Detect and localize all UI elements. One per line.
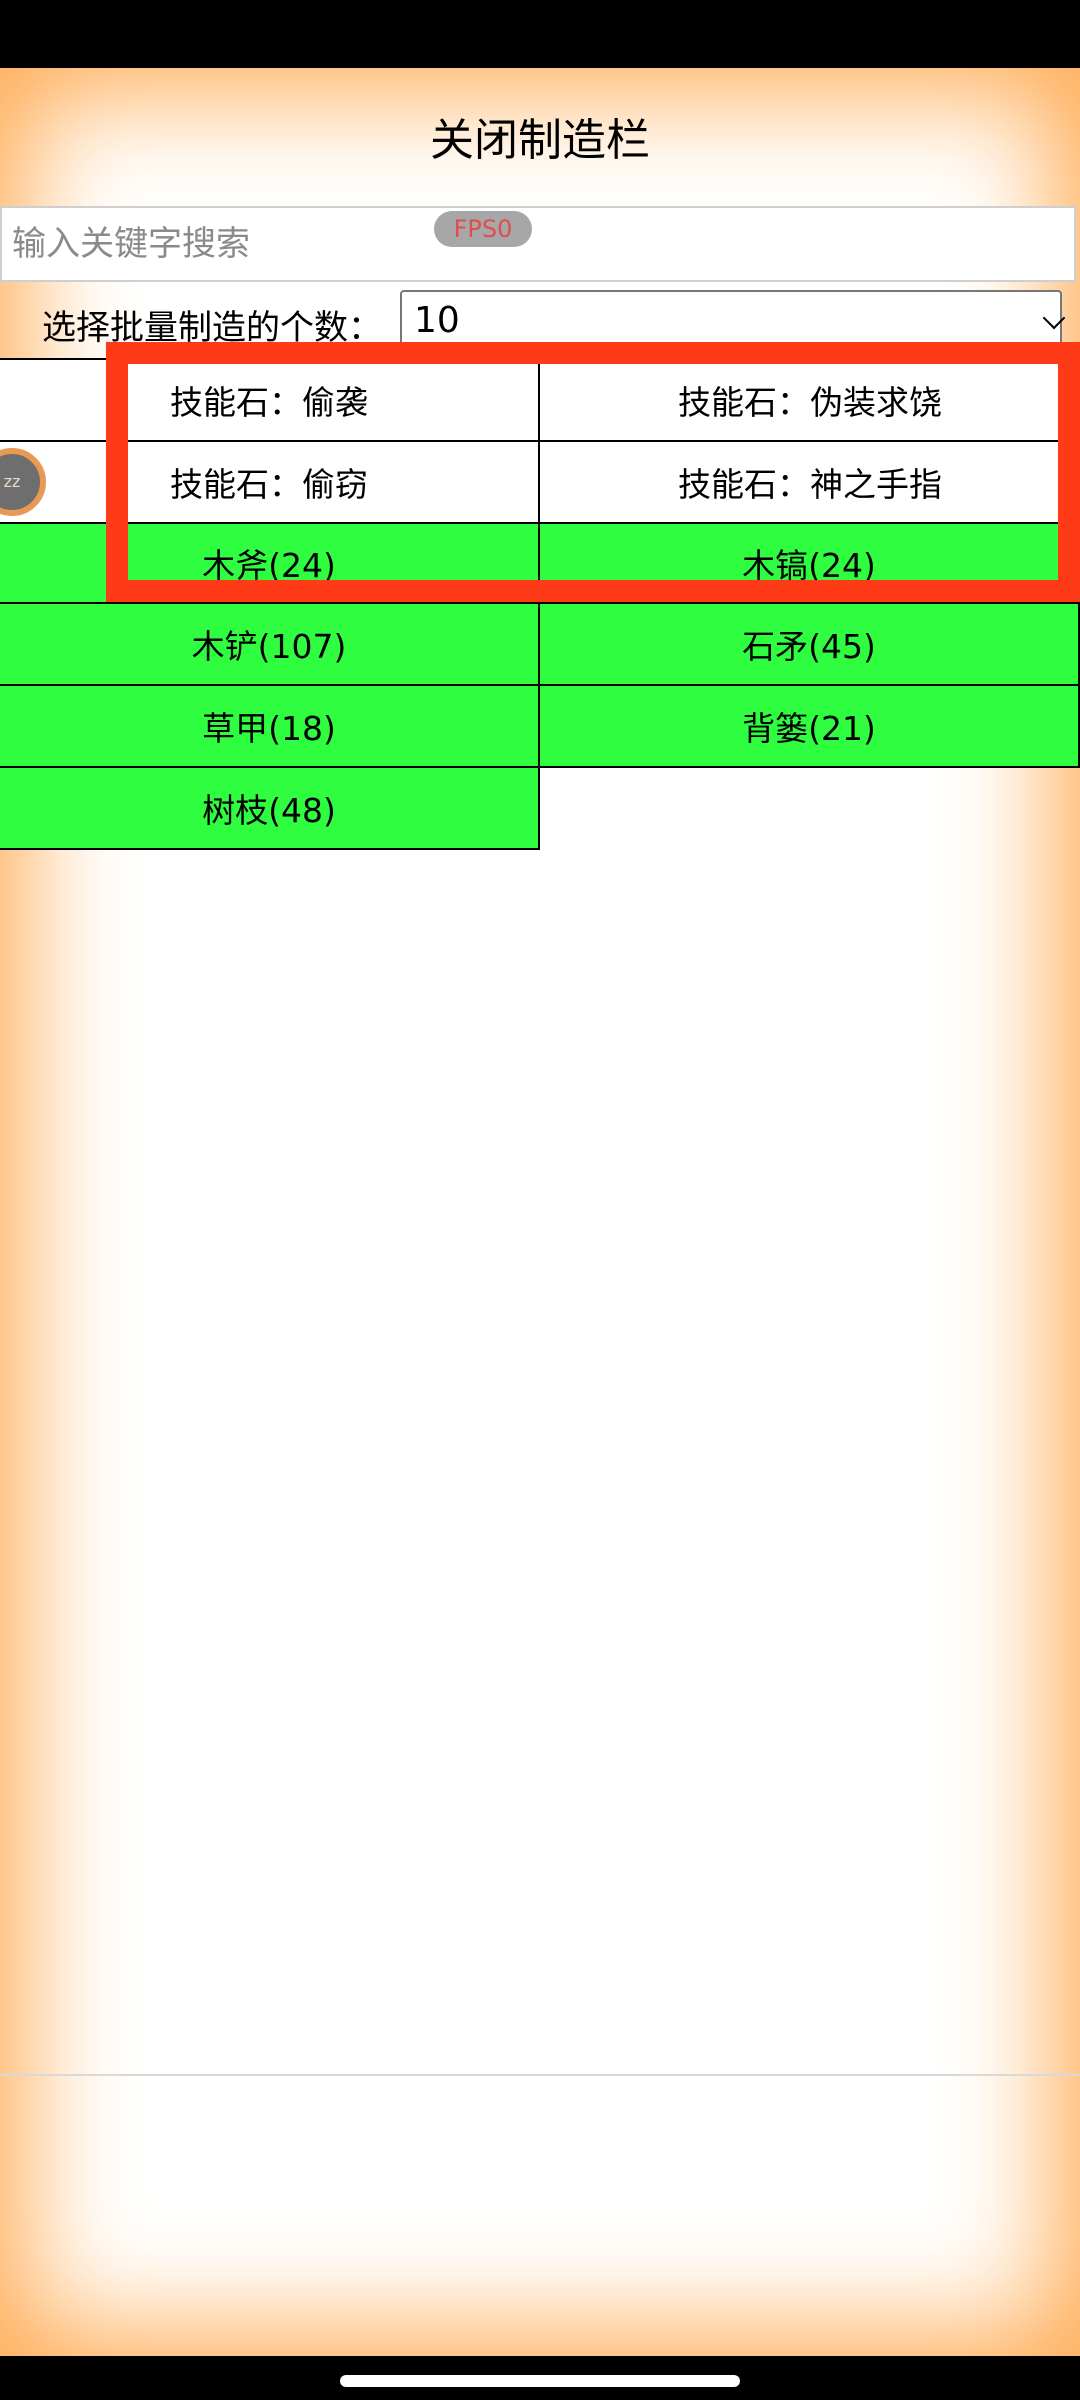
quantity-label: 选择批量制造的个数： bbox=[42, 308, 382, 348]
quantity-select[interactable]: 10 bbox=[400, 290, 1066, 352]
recipe-item[interactable]: 木斧(24) bbox=[0, 522, 540, 604]
recipe-item[interactable]: 草甲(18) bbox=[0, 686, 540, 768]
close-crafting-bar-button[interactable]: 关闭制造栏 bbox=[0, 104, 1080, 168]
quantity-selected-value: 10 bbox=[414, 300, 460, 341]
home-indicator[interactable] bbox=[340, 2375, 740, 2387]
divider bbox=[0, 2074, 1080, 2076]
recipe-item[interactable]: 石矛(45) bbox=[540, 604, 1080, 686]
search-input[interactable] bbox=[0, 206, 1076, 282]
crafting-screen: 关闭制造栏 FPS0 选择批量制造的个数： 10 技能石：偷袭 技能石：伪装求饶… bbox=[0, 68, 1080, 2356]
recipe-item[interactable]: 木镐(24) bbox=[540, 522, 1080, 604]
skill-stone-item[interactable]: 技能石：偷窃 bbox=[0, 440, 540, 522]
gesture-bar bbox=[0, 2356, 1080, 2400]
skill-stone-item[interactable]: 技能石：伪装求饶 bbox=[540, 358, 1080, 440]
status-bar bbox=[0, 0, 1080, 68]
chevron-down-icon bbox=[1042, 306, 1066, 330]
recipe-item[interactable]: 背篓(21) bbox=[540, 686, 1080, 768]
skill-stone-item[interactable]: 技能石：偷袭 bbox=[0, 358, 540, 440]
skill-stone-list: 技能石：偷袭 技能石：伪装求饶 技能石：偷窃 技能石：神之手指 bbox=[0, 358, 1080, 522]
recipe-item[interactable]: 木铲(107) bbox=[0, 604, 540, 686]
recipe-list: 木斧(24) 木镐(24) 木铲(107) 石矛(45) 草甲(18) 背篓(2… bbox=[0, 522, 1080, 850]
skill-stone-item[interactable]: 技能石：神之手指 bbox=[540, 440, 1080, 522]
recipe-item[interactable]: 树枝(48) bbox=[0, 768, 540, 850]
fps-badge: FPS0 bbox=[434, 211, 532, 247]
